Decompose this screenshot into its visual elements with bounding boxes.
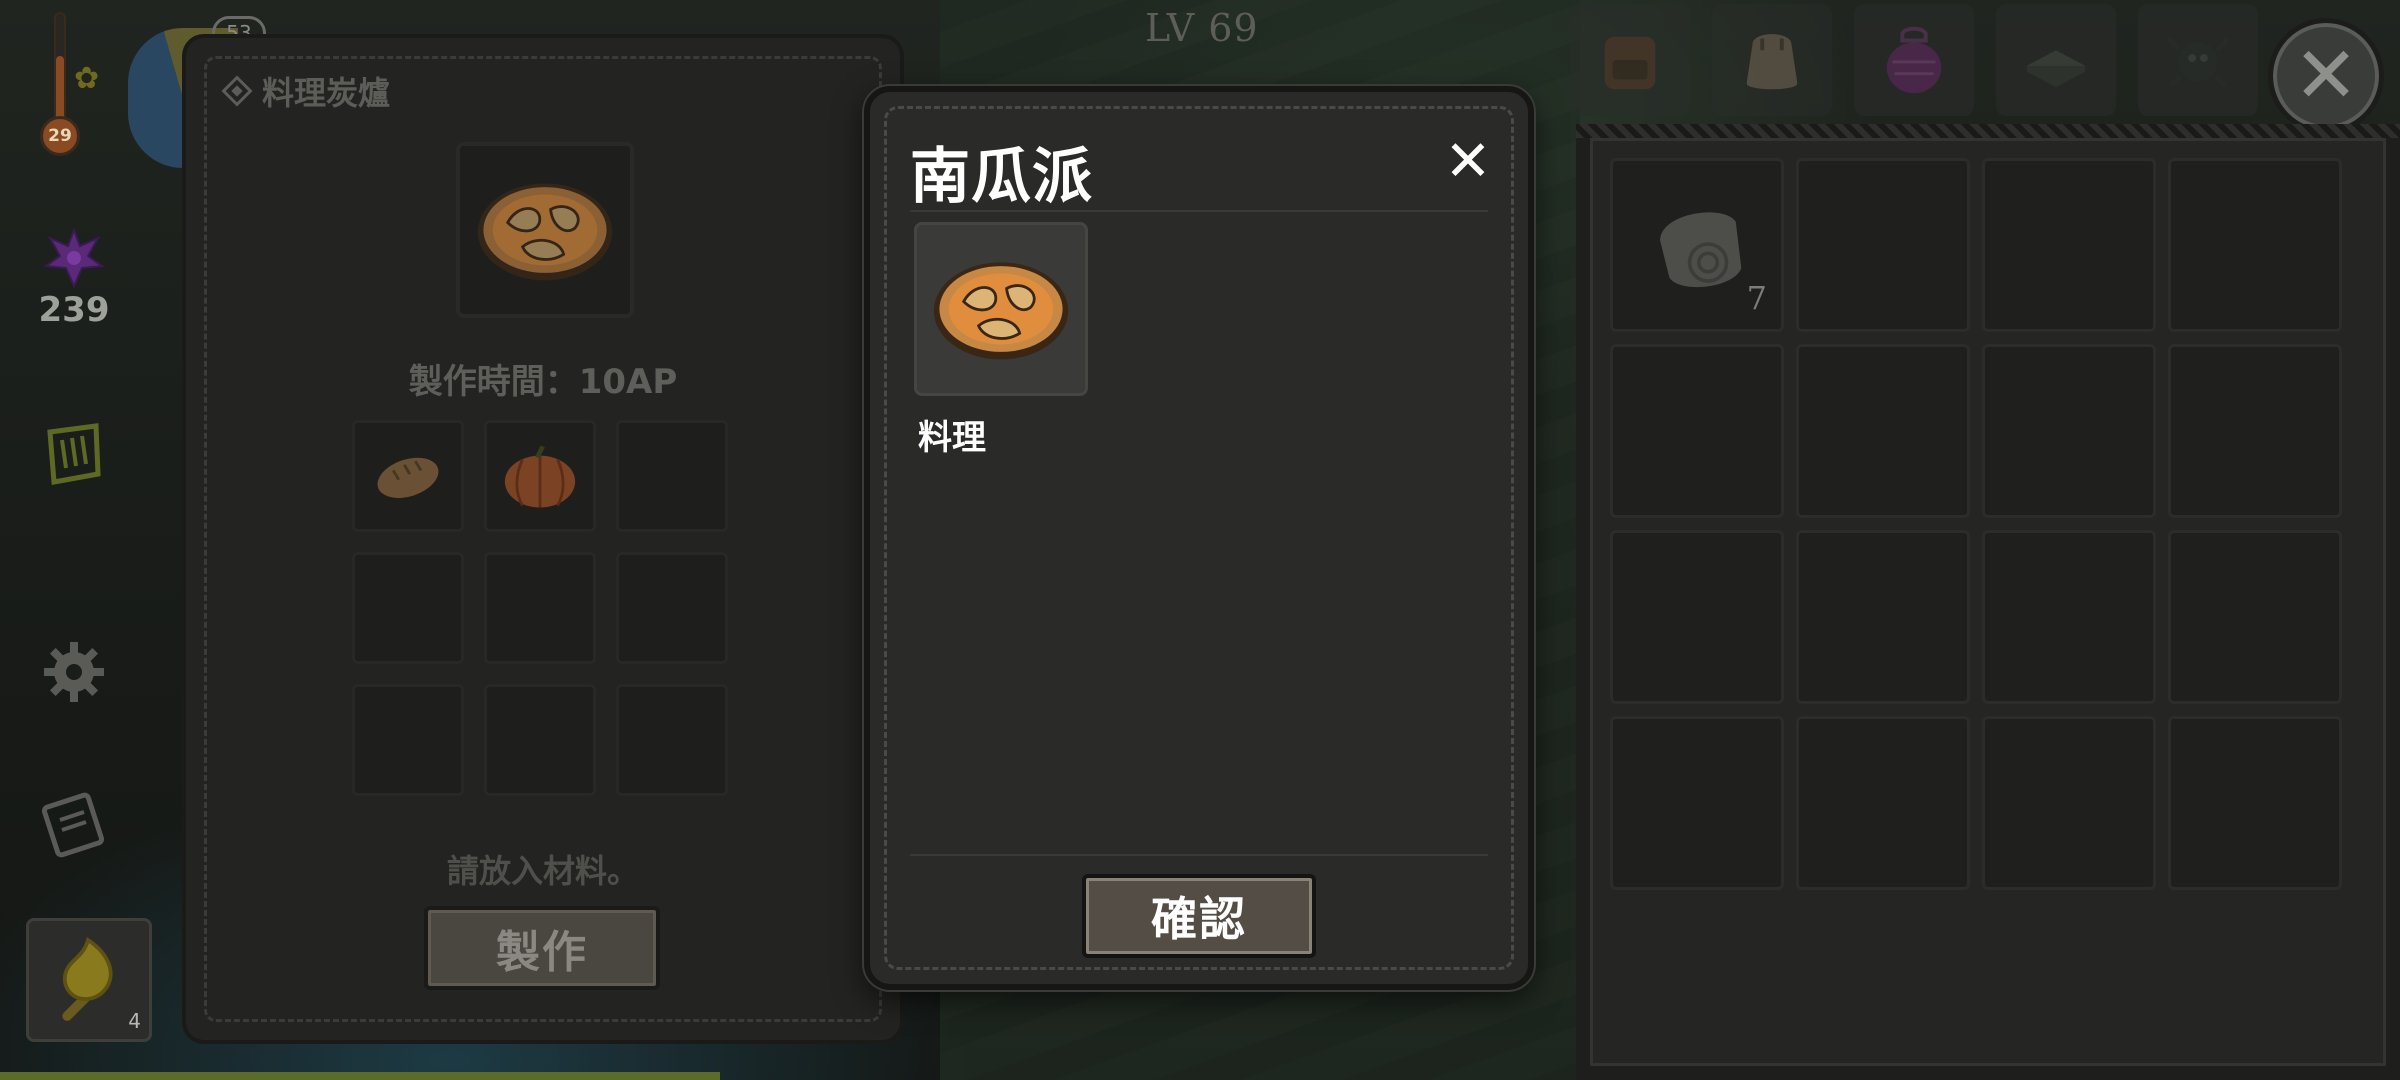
inventory-slot-16[interactable] [2168,716,2342,890]
gear-icon[interactable] [36,634,112,710]
inventory-slot-11[interactable] [1982,530,2156,704]
inventory-slot-10[interactable] [1796,530,1970,704]
inventory-slot-15[interactable] [1982,716,2156,890]
inventory-slot-6[interactable] [1796,344,1970,518]
backpack-icon [1604,36,1656,90]
panel-header: 料理炭爐 [221,68,391,114]
inventory-panel: 7 [1576,124,2400,1080]
recipe-item-slot[interactable] [914,222,1088,396]
inventory-slot-3[interactable] [1982,158,2156,332]
close-icon[interactable]: ✕ [1440,134,1496,190]
progress-strip [0,1072,720,1080]
modal-divider-top [910,210,1488,212]
mana-value: 239 [38,290,110,330]
bag-tab-creature[interactable] [2138,4,2258,116]
inventory-slot-4[interactable] [2168,158,2342,332]
inventory-slot-1[interactable]: 7 [1610,158,1784,332]
crate-icon [2026,50,2086,88]
recipe-category-label: 料理 [918,418,986,458]
material-slot-2[interactable] [484,420,596,532]
inventory-slot-7[interactable] [1982,344,2156,518]
map-card-icon[interactable] [36,786,112,862]
inventory-slot-2[interactable] [1796,158,1970,332]
torch-count: 4 [128,1009,141,1033]
torch-slot[interactable]: 4 [26,918,152,1042]
bag-tab-pouch[interactable] [1712,4,1832,116]
inventory-slot-13[interactable] [1610,716,1784,890]
cloth-roll-icon [1660,212,1742,288]
inventory-slot-12[interactable] [2168,530,2342,704]
temperature-value: 29 [40,116,80,156]
modal-title: 南瓜派 [910,142,1093,212]
bag-tab-backpack[interactable] [1570,4,1690,116]
pouch-icon [1746,34,1798,90]
exit-button[interactable]: ✕ [2268,18,2384,134]
inventory-slot-14[interactable] [1796,716,1970,890]
material-grid [352,420,728,796]
item-quantity: 7 [1746,279,1767,317]
craft-hint: 請放入材料。 [446,852,639,890]
inventory-slot-5[interactable] [1610,344,1784,518]
bag-tab-crate[interactable] [1996,4,2116,116]
level-label: LV 69 [1145,6,1259,50]
pumpkin-pie-icon [477,183,613,281]
recipe-modal: 南瓜派 ✕ 料理 確認 [864,86,1534,990]
material-slot-8[interactable] [484,684,596,796]
bag-tab-purple[interactable] [1854,4,1974,116]
purple-bag-icon [1886,26,1942,94]
material-slot-3[interactable] [616,420,728,532]
material-slot-9[interactable] [616,684,728,796]
sprout-icon: ✿ [74,61,100,96]
bread-icon [377,457,439,498]
panel-title: 料理炭爐 [262,74,391,112]
inventory-slot-9[interactable] [1610,530,1784,704]
result-slot[interactable] [456,142,634,318]
mana-icon [42,226,106,290]
craft-time: 製作時間：10AP [408,362,678,402]
thermometer-icon: 29 [40,12,80,156]
pumpkin-icon [504,445,576,508]
material-slot-4[interactable] [352,552,464,664]
material-slot-1[interactable] [352,420,464,532]
inventory-grid: 7 [1610,158,2342,890]
creature-bag-icon [2166,36,2230,88]
diamond-icon [221,75,253,107]
material-slot-7[interactable] [352,684,464,796]
pumpkin-pie-icon [933,262,1069,360]
inventory-slot-8[interactable] [2168,344,2342,518]
crafting-panel: 料理炭爐 製作時間：10AP 請放入材料。 製作 [186,38,900,1040]
material-slot-5[interactable] [484,552,596,664]
modal-divider-bottom [910,854,1488,856]
confirm-button[interactable]: 確認 [1082,874,1316,958]
material-slot-6[interactable] [616,552,728,664]
journal-icon[interactable] [36,416,112,492]
craft-button[interactable]: 製作 [424,906,660,990]
